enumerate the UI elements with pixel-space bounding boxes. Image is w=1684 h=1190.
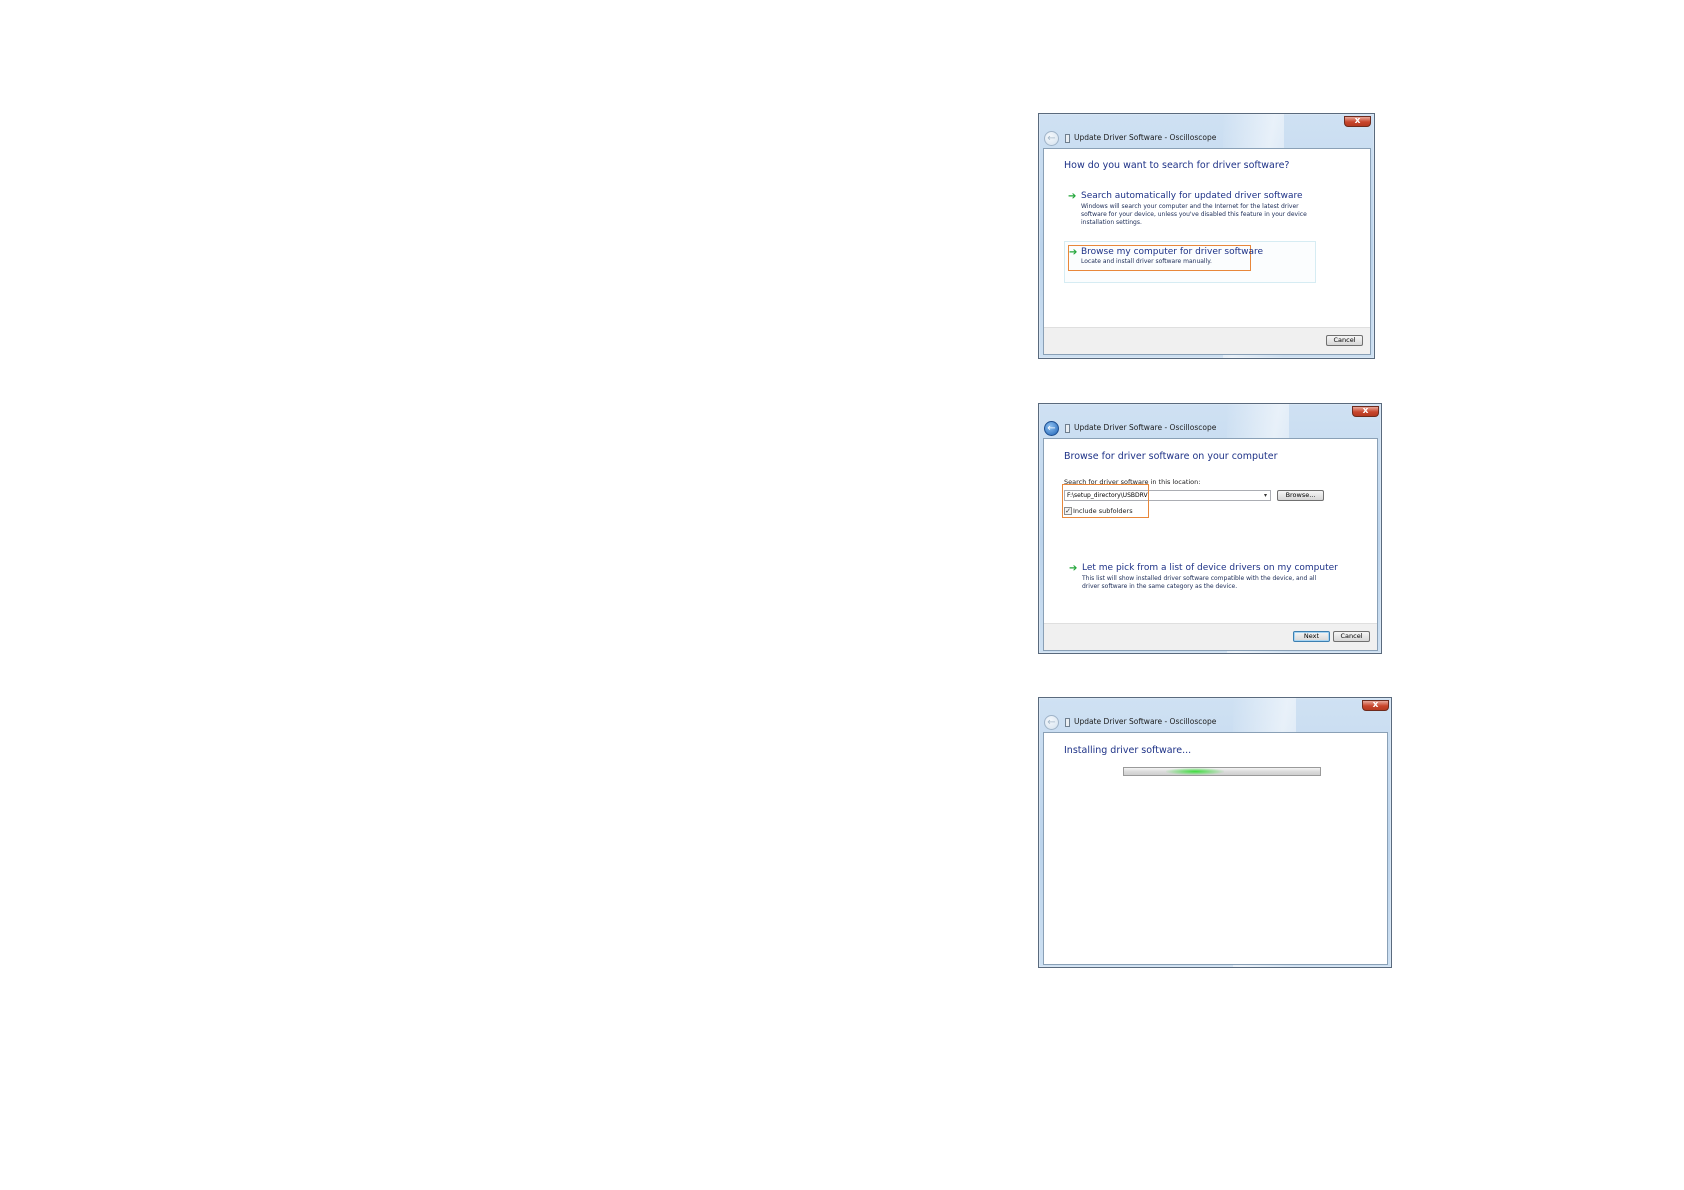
dialog-search-method: x ← Update Driver Software - Oscilloscop… bbox=[1038, 113, 1375, 359]
close-button[interactable]: x bbox=[1352, 406, 1379, 417]
green-arrow-icon: ➔ bbox=[1069, 563, 1078, 574]
next-button[interactable]: Next bbox=[1293, 631, 1330, 642]
green-arrow-icon: ➔ bbox=[1069, 247, 1078, 258]
close-button[interactable]: x bbox=[1362, 700, 1389, 711]
chevron-down-icon[interactable]: ▾ bbox=[1264, 491, 1267, 500]
back-arrow-icon: ← bbox=[1044, 131, 1059, 146]
pick-from-list-option[interactable]: ➔ Let me pick from a list of device driv… bbox=[1068, 563, 1338, 593]
dialog-footer: Next Cancel bbox=[1044, 623, 1377, 650]
option-title: Let me pick from a list of device driver… bbox=[1082, 563, 1338, 573]
dialog-content: Browse for driver software on your compu… bbox=[1043, 438, 1378, 651]
browse-computer-option[interactable]: ➔ Browse my computer for driver software… bbox=[1068, 247, 1268, 269]
page-heading: Installing driver software... bbox=[1064, 745, 1192, 756]
progress-marquee bbox=[1166, 768, 1224, 775]
device-icon bbox=[1065, 718, 1070, 727]
search-automatically-option[interactable]: ➔ Search automatically for updated drive… bbox=[1068, 191, 1318, 231]
install-progress-bar bbox=[1123, 767, 1321, 776]
back-arrow-icon[interactable]: ← bbox=[1044, 421, 1059, 436]
dialog-footer: Cancel bbox=[1044, 327, 1370, 354]
cancel-button[interactable]: Cancel bbox=[1333, 631, 1370, 642]
browse-button[interactable]: Browse... bbox=[1277, 490, 1324, 501]
window-title: Update Driver Software - Oscilloscope bbox=[1074, 133, 1217, 142]
option-description: Windows will search your computer and th… bbox=[1081, 203, 1307, 226]
dialog-content: Installing driver software... bbox=[1043, 732, 1388, 965]
option-title: Browse my computer for driver software bbox=[1081, 247, 1264, 257]
page-heading: Browse for driver software on your compu… bbox=[1064, 451, 1278, 462]
dialog-content: How do you want to search for driver sof… bbox=[1043, 148, 1371, 355]
option-description: This list will show installed driver sof… bbox=[1082, 575, 1317, 590]
green-arrow-icon: ➔ bbox=[1068, 191, 1077, 202]
close-button[interactable]: x bbox=[1344, 116, 1371, 127]
window-title: Update Driver Software - Oscilloscope bbox=[1074, 717, 1217, 726]
cancel-button[interactable]: Cancel bbox=[1326, 335, 1363, 346]
option-title: Search automatically for updated driver … bbox=[1081, 191, 1303, 201]
back-arrow-icon: ← bbox=[1044, 715, 1059, 730]
dialog-browse-driver: x ← Update Driver Software - Oscilloscop… bbox=[1038, 403, 1382, 654]
option-description: Locate and install driver software manua… bbox=[1081, 258, 1212, 265]
dialog-installing: x ← Update Driver Software - Oscilloscop… bbox=[1038, 697, 1392, 968]
device-icon bbox=[1065, 424, 1070, 433]
device-icon bbox=[1065, 134, 1070, 143]
callout-highlight bbox=[1062, 484, 1149, 518]
window-title: Update Driver Software - Oscilloscope bbox=[1074, 423, 1217, 432]
page-heading: How do you want to search for driver sof… bbox=[1064, 160, 1290, 171]
